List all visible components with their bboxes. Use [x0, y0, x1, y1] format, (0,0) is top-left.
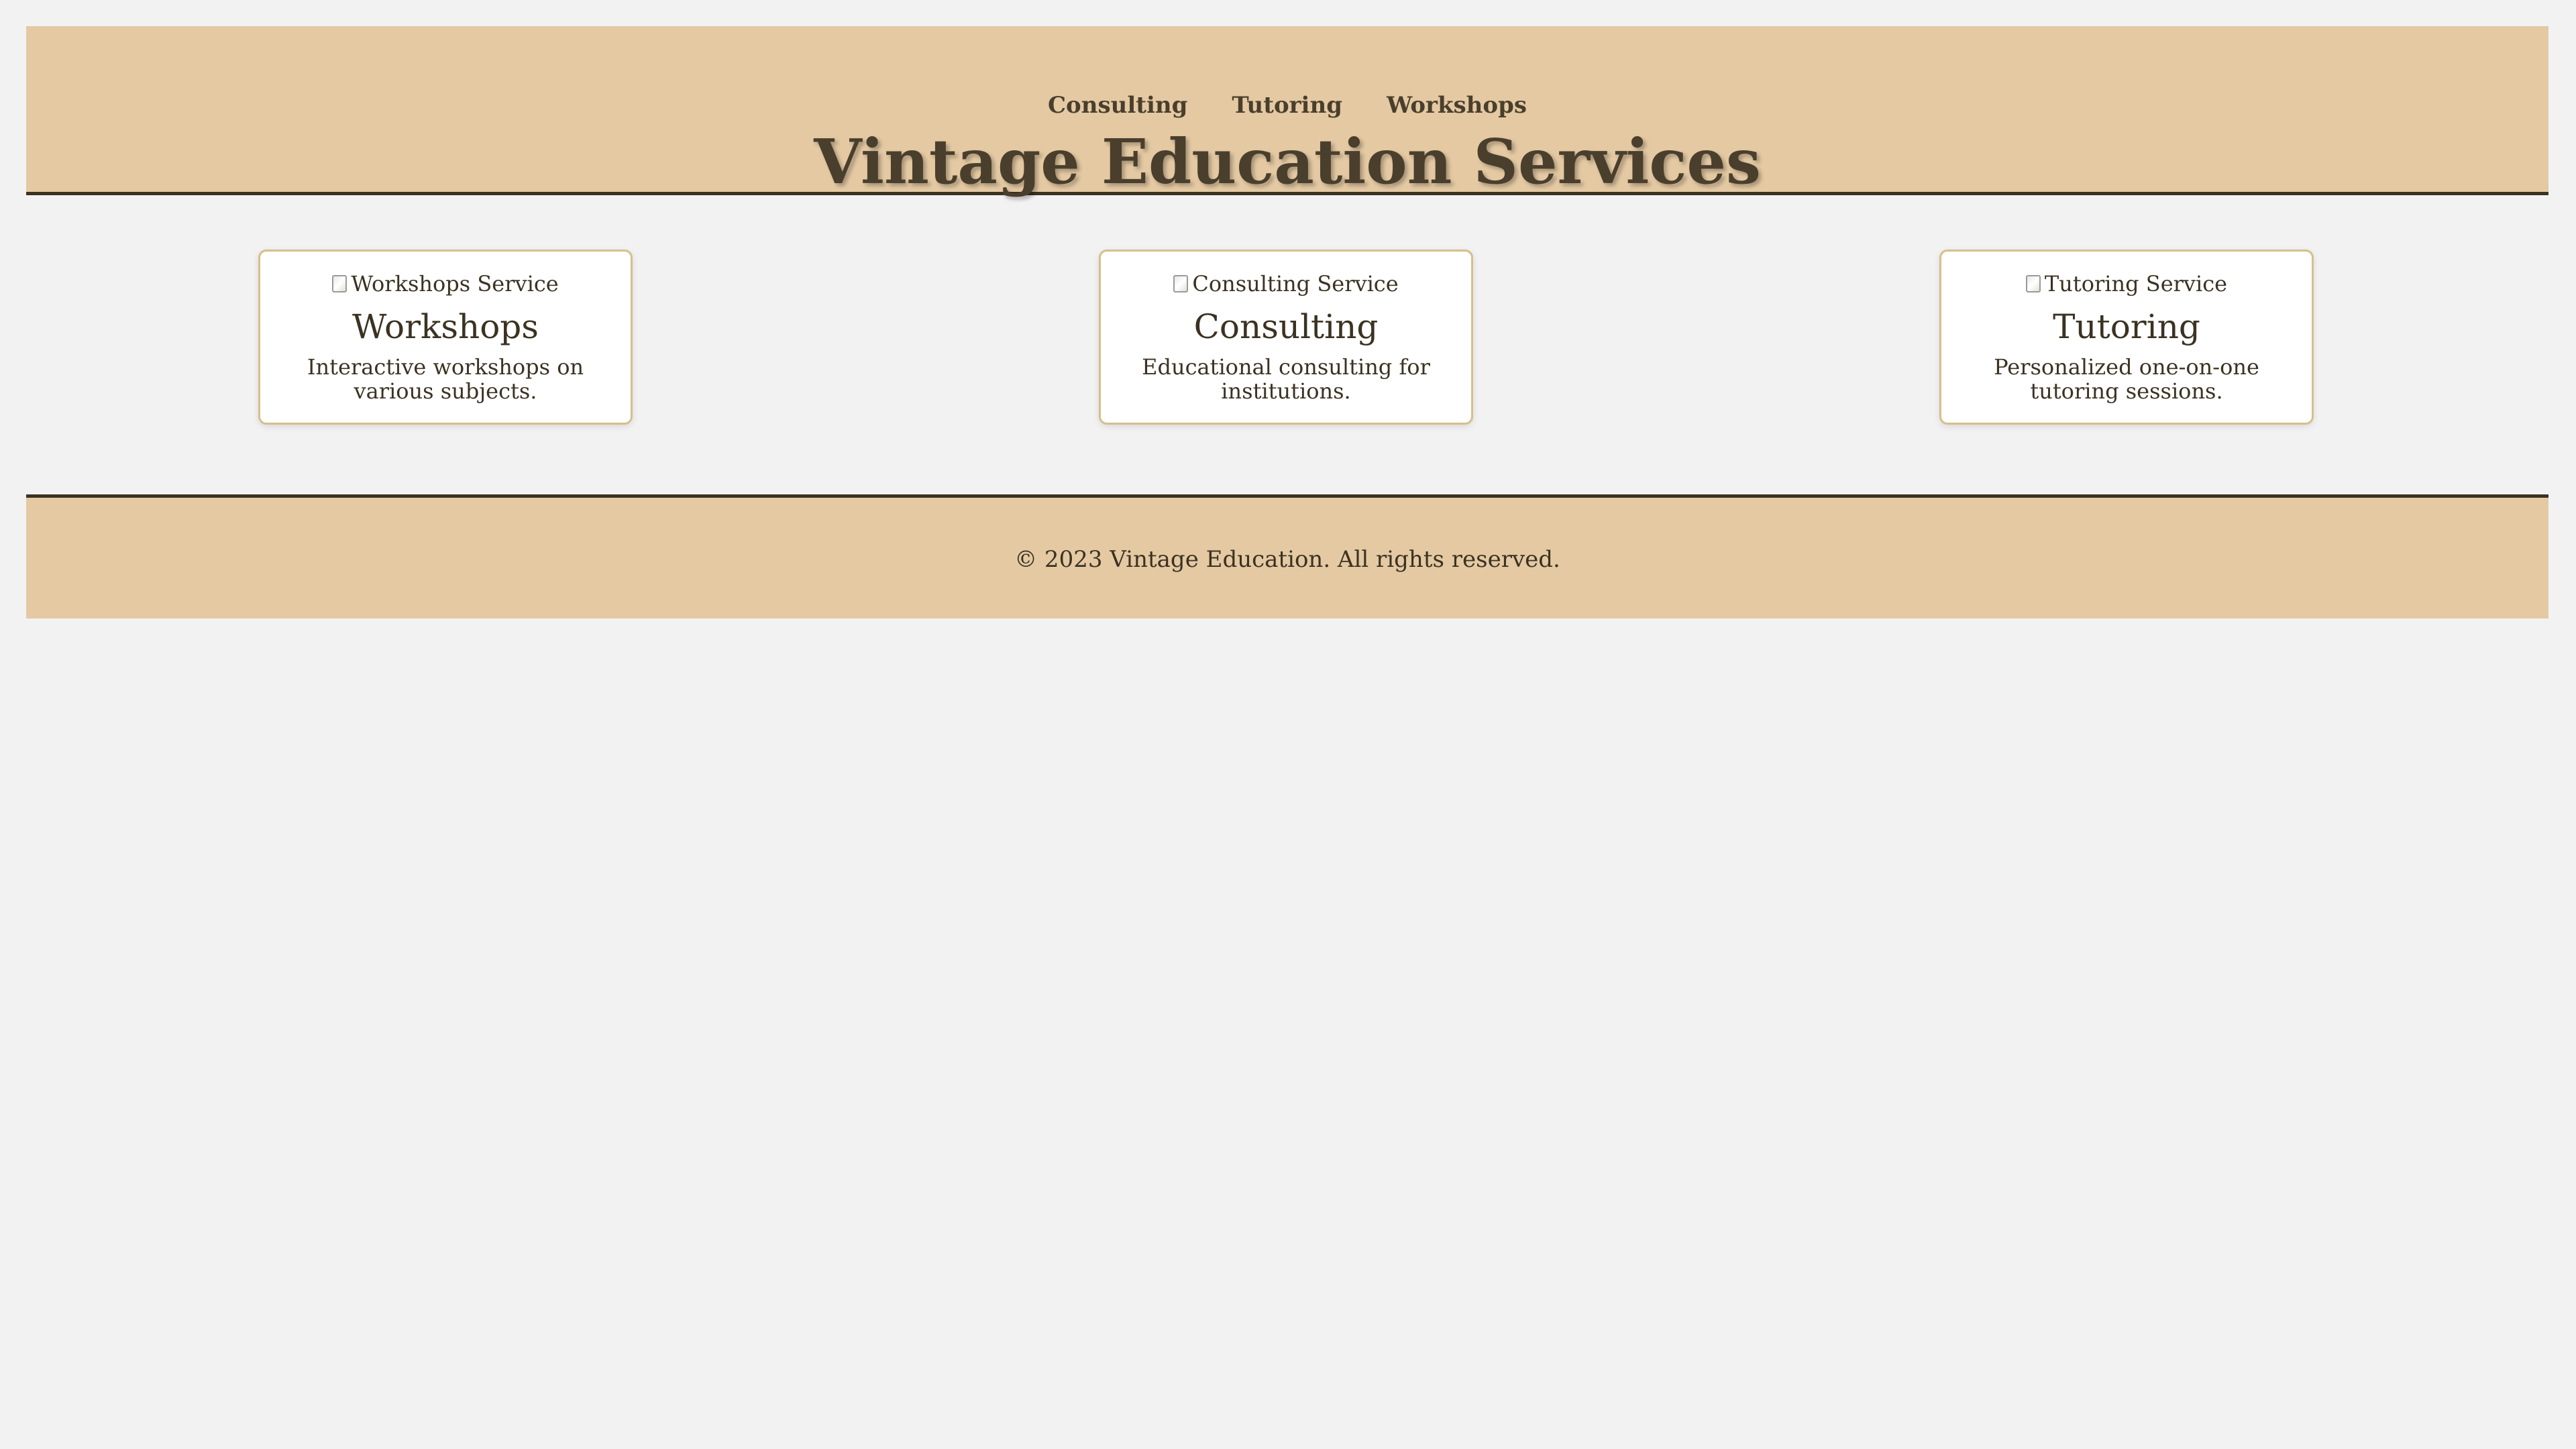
service-image-consulting: Consulting Service [1173, 270, 1399, 297]
service-image-alt: Tutoring Service [2044, 271, 2228, 297]
page: Consulting Tutoring Workshops Vintage Ed… [0, 0, 2576, 1449]
service-description: Educational consulting for institutions. [1142, 354, 1430, 404]
nav-link-tutoring[interactable]: Tutoring [1232, 92, 1342, 119]
service-title: Consulting [1193, 307, 1379, 346]
service-description: Personalized one-on-one tutoring session… [1994, 354, 2259, 404]
page-title: Vintage Education Services [814, 125, 1761, 198]
service-image-alt: Consulting Service [1192, 271, 1399, 297]
service-card-workshops: Workshops Service Workshops Interactive … [258, 250, 633, 425]
nav-link-workshops[interactable]: Workshops [1387, 92, 1527, 119]
service-title: Tutoring [2053, 307, 2200, 346]
service-image-alt: Workshops Service [351, 271, 559, 297]
service-image-tutoring: Tutoring Service [2025, 270, 2228, 297]
service-card-consulting: Consulting Service Consulting Educationa… [1099, 250, 1473, 425]
nav-link-consulting[interactable]: Consulting [1048, 92, 1187, 119]
copyright-text: © 2023 Vintage Education. All rights res… [1014, 546, 1560, 573]
site-footer: © 2023 Vintage Education. All rights res… [26, 494, 2548, 619]
broken-image-icon [2025, 275, 2041, 292]
site-header: Consulting Tutoring Workshops Vintage Ed… [26, 26, 2548, 198]
service-description: Interactive workshops on various subject… [307, 354, 584, 404]
service-card-tutoring: Tutoring Service Tutoring Personalized o… [1939, 250, 2314, 425]
service-title: Workshops [352, 307, 539, 346]
broken-image-icon [332, 275, 347, 292]
broken-image-icon [1173, 275, 1189, 292]
main-nav: Consulting Tutoring Workshops [26, 92, 2548, 119]
service-image-workshops: Workshops Service [332, 270, 559, 297]
